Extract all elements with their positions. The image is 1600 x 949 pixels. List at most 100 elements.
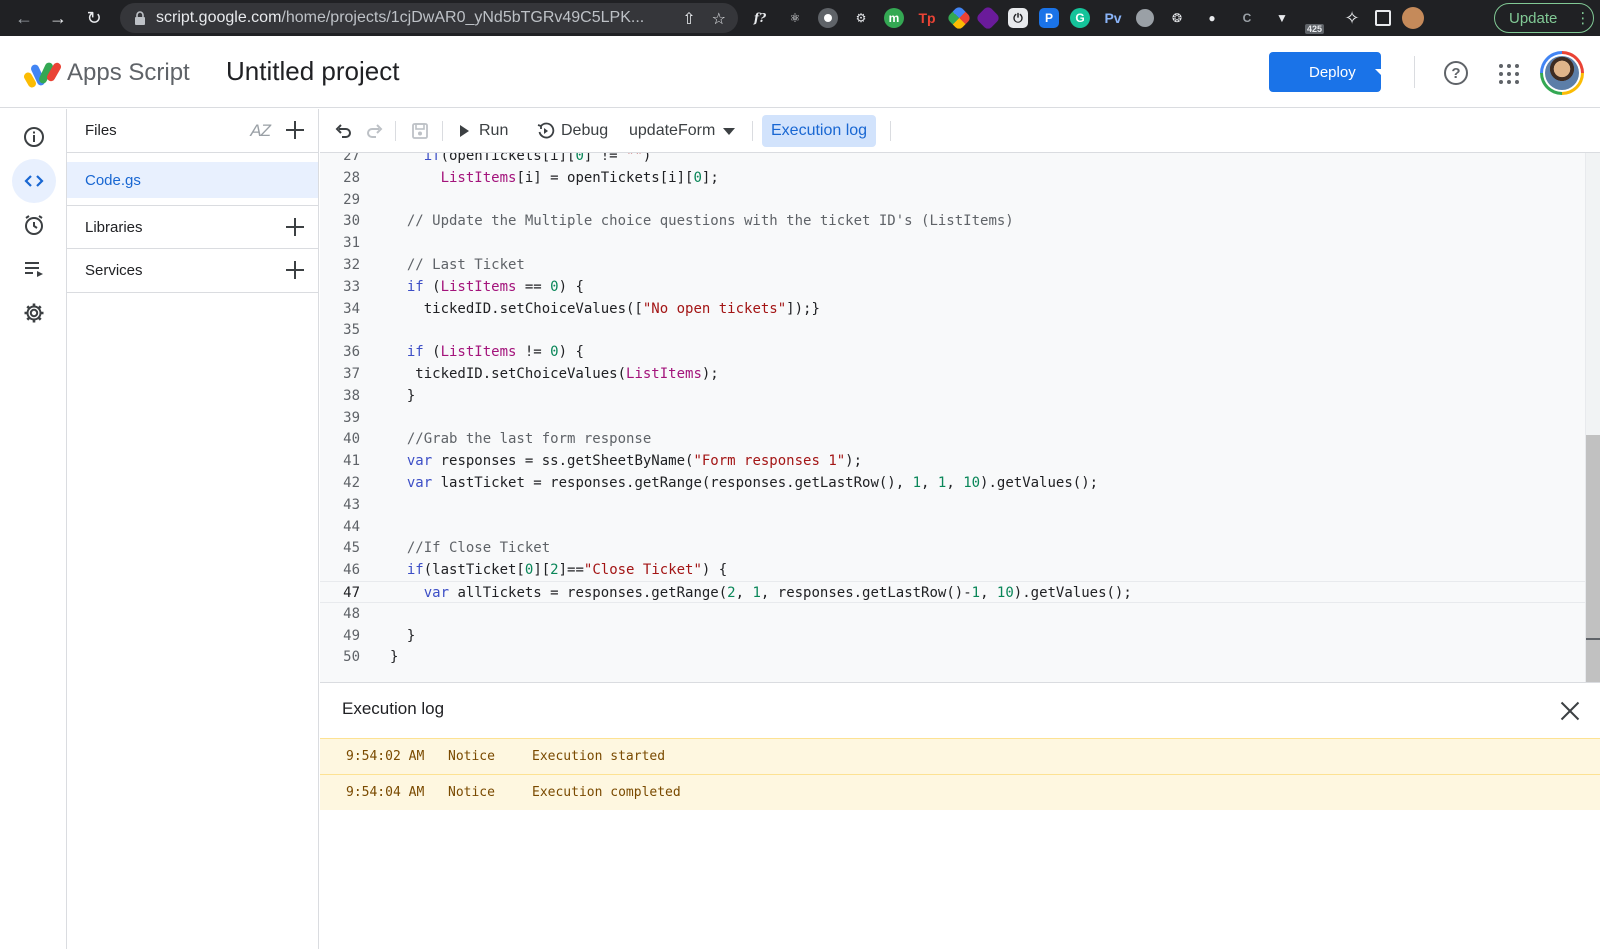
code-line[interactable]: 30 // Update the Multiple choice questio… (320, 210, 1585, 232)
files-header: Files AZ (67, 109, 318, 153)
line-number: 31 (343, 235, 360, 252)
code-line[interactable]: 41 var responses = ss.getSheetByName("Fo… (320, 450, 1585, 472)
tp-extension-icon[interactable]: Tp (915, 6, 939, 30)
app-brand[interactable]: Apps Script (67, 59, 190, 87)
code-line[interactable]: 28 ListItems[i] = openTickets[i][0]; (320, 167, 1585, 189)
code-line[interactable]: 42 var lastTicket = responses.getRange(r… (320, 472, 1585, 494)
code-line[interactable]: 27 if(openTickets[i][0] != "") (320, 153, 1585, 167)
code-line[interactable]: 43 (320, 494, 1585, 516)
execution-log-toggle[interactable]: Execution log (762, 115, 877, 147)
side-panel-icon[interactable] (1375, 10, 1391, 26)
services-heading: Services (85, 262, 143, 279)
app-header: Apps Script Untitled project Deploy ? (0, 36, 1600, 108)
lock-icon (134, 11, 146, 25)
undo-icon[interactable] (334, 109, 354, 153)
sort-az-icon[interactable]: AZ (250, 121, 271, 141)
editor-scrollbar-thumb[interactable] (1586, 435, 1600, 682)
puzzle-extension-icon[interactable]: ❂ (1165, 6, 1189, 30)
close-icon[interactable] (1560, 701, 1580, 721)
play-icon (460, 125, 469, 137)
more-vert-icon: ⋮ (1575, 10, 1591, 27)
code-line[interactable]: 47 var allTickets = responses.getRange(2… (320, 581, 1585, 603)
overview-info-icon[interactable] (12, 115, 56, 159)
add-file-plus-icon[interactable] (284, 119, 306, 141)
green-extension-icon[interactable]: m (884, 8, 904, 28)
line-number: 40 (343, 431, 360, 448)
c-extension-icon[interactable]: C (1235, 6, 1259, 30)
badge-count: 425 (1305, 24, 1325, 34)
add-library-plus-icon[interactable] (284, 216, 306, 238)
profile-avatar-icon[interactable] (1402, 7, 1424, 29)
triggers-alarm-icon[interactable] (12, 203, 56, 247)
line-number: 34 (343, 300, 360, 317)
code-line[interactable]: 34 tickedID.setChoiceValues(["No open ti… (320, 298, 1585, 320)
circle-extension-icon[interactable] (818, 8, 838, 28)
p-extension-icon[interactable]: P (1039, 8, 1059, 28)
project-title[interactable]: Untitled project (226, 56, 399, 87)
pv-extension-icon[interactable]: Pv (1101, 6, 1125, 30)
header-divider (1414, 56, 1415, 88)
line-code: } (390, 649, 399, 666)
code-line[interactable]: 37 tickedID.setChoiceValues(ListItems); (320, 363, 1585, 385)
code-line[interactable]: 32 // Last Ticket (320, 254, 1585, 276)
color-extension-icon[interactable] (946, 5, 972, 31)
bookmark-star-icon[interactable]: ☆ (712, 9, 726, 29)
line-code: tickedID.setChoiceValues(ListItems); (390, 366, 719, 382)
code-line[interactable]: 39 (320, 407, 1585, 429)
code-line[interactable]: 40 //Grab the last form response (320, 428, 1585, 450)
code-line[interactable]: 38 } (320, 385, 1585, 407)
services-section: Services (67, 249, 318, 293)
libraries-heading: Libraries (85, 218, 143, 236)
code-editor[interactable]: 27 if(openTickets[i][0] != "") 28 ListIte… (320, 153, 1600, 682)
chrome-update-button[interactable]: Update ⋮ (1494, 3, 1594, 33)
debug-button[interactable]: Debug (537, 109, 608, 153)
run-button[interactable]: Run (460, 109, 508, 153)
code-line[interactable]: 31 (320, 232, 1585, 254)
badge-extension-icon[interactable]: 425 (1305, 6, 1329, 34)
code-line[interactable]: 35 (320, 319, 1585, 341)
line-number: 37 (343, 366, 360, 382)
libraries-section: Libraries (67, 205, 318, 249)
function-extension-icon[interactable]: f? (748, 6, 772, 30)
code-line[interactable]: 45 //If Close Ticket (320, 537, 1585, 559)
grey-extension-icon[interactable] (1136, 9, 1154, 27)
editor-code-icon[interactable] (12, 159, 56, 203)
code-line[interactable]: 46 if(lastTicket[0][2]=="Close Ticket") … (320, 559, 1585, 581)
reload-icon[interactable]: ↻ (78, 2, 110, 34)
redo-icon[interactable] (364, 109, 384, 153)
gear-extension-icon[interactable]: ⚙ (849, 6, 873, 30)
code-line[interactable]: 36 if (ListItems != 0) { (320, 341, 1585, 363)
executions-list-icon[interactable] (12, 247, 56, 291)
deploy-button[interactable]: Deploy (1269, 52, 1387, 92)
power-extension-icon[interactable]: ⏻ (1008, 8, 1028, 28)
react-extension-icon[interactable]: ⚛ (783, 6, 807, 30)
share-icon[interactable]: ⇧ (682, 9, 695, 29)
url-host: script.google.com (156, 9, 282, 26)
code-line[interactable]: 48 (320, 603, 1585, 625)
code-line[interactable]: 44 (320, 516, 1585, 538)
extensions-puzzle-icon[interactable]: ✧ (1340, 6, 1364, 30)
line-code: //Grab the last form response (390, 431, 652, 448)
address-bar[interactable]: script.google.com/home/projects/1cjDwAR0… (120, 3, 738, 33)
save-icon[interactable] (410, 109, 430, 153)
avatar[interactable] (1540, 51, 1584, 95)
chevron-down-icon (723, 127, 736, 135)
grammarly-extension-icon[interactable]: G (1070, 8, 1090, 28)
layers-extension-icon[interactable] (975, 5, 1001, 31)
settings-gear-icon[interactable] (12, 291, 56, 335)
apps-grid-icon[interactable] (1499, 64, 1519, 84)
code-line[interactable]: 50} (320, 646, 1585, 668)
help-icon[interactable]: ? (1444, 61, 1468, 85)
line-code: // Update the Multiple choice questions … (390, 213, 1014, 230)
file-item-code-gs[interactable]: Code.gs (67, 162, 318, 198)
owl-extension-icon[interactable]: ● (1200, 6, 1224, 30)
code-line[interactable]: 49 } (320, 625, 1585, 647)
back-icon[interactable]: ← (8, 2, 40, 34)
forward-icon[interactable]: → (42, 2, 74, 34)
code-line[interactable]: 33 if (ListItems == 0) { (320, 276, 1585, 298)
apps-script-logo-icon[interactable] (24, 58, 62, 88)
code-line[interactable]: 29 (320, 189, 1585, 211)
function-select[interactable]: updateForm (629, 109, 736, 153)
v-extension-icon[interactable]: ▼ (1270, 6, 1294, 30)
add-service-plus-icon[interactable] (284, 259, 306, 281)
